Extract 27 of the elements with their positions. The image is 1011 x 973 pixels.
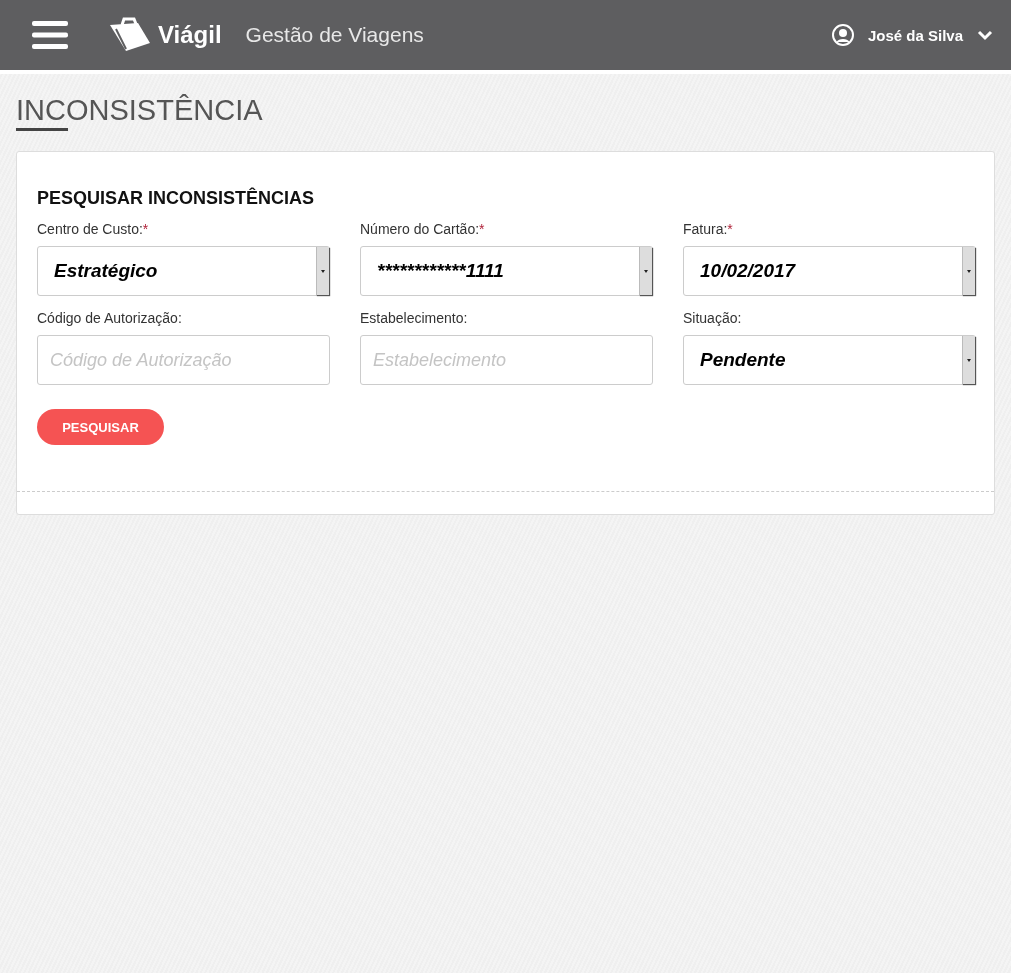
field-label: Código de Autorização: <box>37 310 182 326</box>
required-mark: * <box>727 221 733 237</box>
user-icon[interactable] <box>831 24 854 46</box>
required-mark: * <box>142 221 149 237</box>
panel-title: PESQUISAR INCONSISTÊNCIAS <box>37 188 316 209</box>
page-title: INCONSISTÊNCIA <box>16 94 263 131</box>
field-label: Estabelecimento: <box>360 310 468 326</box>
input-field[interactable]: Código de Autorização <box>37 335 330 385</box>
input-field[interactable]: Estabelecimento <box>360 335 653 385</box>
chevron-down-icon[interactable] <box>977 29 993 41</box>
menu-icon[interactable] <box>32 21 68 49</box>
select-field[interactable]: 10/02/2017 <box>683 246 976 296</box>
field-label: Situação: <box>683 310 742 326</box>
caret-icon <box>321 269 325 273</box>
field-label: Fatura: <box>683 221 728 237</box>
caret-icon <box>644 269 648 273</box>
select-field[interactable]: ************1111 <box>360 246 653 296</box>
select-field[interactable]: Pendente <box>683 335 976 385</box>
caret-icon <box>967 358 971 362</box>
brand-name: Viágil <box>158 21 222 49</box>
select-field[interactable]: Estratégico <box>37 246 330 296</box>
required-mark: * <box>479 221 485 237</box>
field-label: Centro de Custo: <box>37 221 143 237</box>
field-label: Número do Cartão: <box>360 221 480 237</box>
user-name[interactable]: José da Silva <box>867 26 963 44</box>
app-subtitle: Gestão de Viagens <box>245 23 424 47</box>
caret-icon <box>967 269 971 273</box>
